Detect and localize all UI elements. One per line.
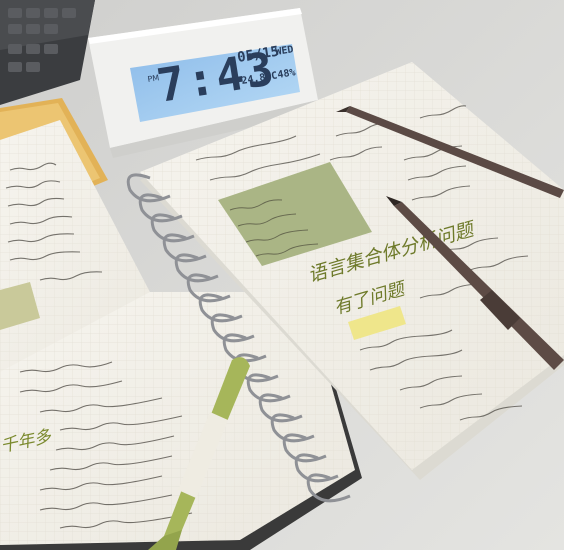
desk-scene: 7:43 PM 05/15 WED 24.8°C 48% 千年多 语言集合体分析… (0, 0, 564, 550)
clock-ampm: PM (147, 73, 160, 84)
photo-illustration: 7:43 PM 05/15 WED 24.8°C 48% 千年多 语言集合体分析… (0, 0, 564, 550)
